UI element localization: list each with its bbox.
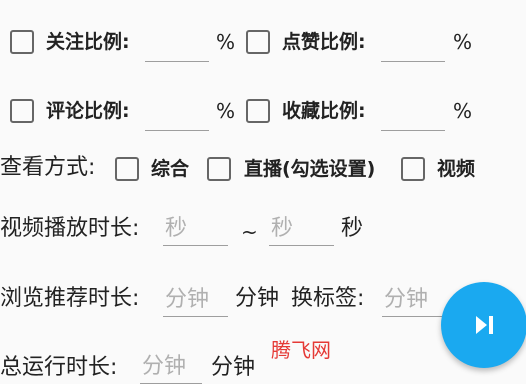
- view-mode-live-checkbox[interactable]: [207, 157, 231, 181]
- like-ratio-unit: %: [453, 30, 473, 54]
- comment-ratio-label: 评论比例:: [46, 100, 130, 122]
- watermark-text: 腾飞网: [271, 338, 331, 362]
- video-duration-max-input[interactable]: [269, 212, 334, 246]
- view-mode-comprehensive-label: 综合: [151, 158, 190, 180]
- browse-duration-unit: 分钟: [235, 286, 280, 311]
- comment-ratio-checkbox[interactable]: [10, 99, 34, 123]
- switch-tab-input[interactable]: [382, 283, 442, 317]
- video-duration-unit: 秒: [341, 216, 364, 241]
- comment-ratio-input[interactable]: [145, 97, 209, 131]
- total-runtime-unit: 分钟: [211, 355, 256, 380]
- view-mode-label: 查看方式:: [0, 155, 96, 180]
- switch-tab-label: 换标签:: [291, 286, 365, 311]
- follow-ratio-label: 关注比例:: [46, 31, 130, 53]
- favorite-ratio-label: 收藏比例:: [282, 100, 366, 122]
- like-ratio-label: 点赞比例:: [282, 31, 366, 53]
- favorite-ratio-unit: %: [453, 99, 473, 123]
- browse-duration-input[interactable]: [163, 283, 228, 317]
- video-duration-separator: ~: [241, 220, 258, 244]
- view-mode-comprehensive-checkbox[interactable]: [115, 157, 139, 181]
- favorite-ratio-input[interactable]: [381, 97, 445, 131]
- like-ratio-checkbox[interactable]: [246, 30, 270, 54]
- total-runtime-input[interactable]: [140, 350, 202, 384]
- like-ratio-input[interactable]: [381, 28, 445, 62]
- view-mode-video-checkbox[interactable]: [401, 157, 425, 181]
- follow-ratio-checkbox[interactable]: [10, 30, 34, 54]
- view-mode-live-label: 直播(勾选设置): [244, 158, 376, 180]
- skip-next-icon: [476, 316, 493, 334]
- skip-next-fab[interactable]: [441, 282, 526, 368]
- favorite-ratio-checkbox[interactable]: [246, 99, 270, 123]
- browse-duration-label: 浏览推荐时长:: [0, 286, 140, 311]
- video-duration-label: 视频播放时长:: [0, 216, 140, 241]
- follow-ratio-unit: %: [216, 30, 236, 54]
- follow-ratio-input[interactable]: [145, 28, 209, 62]
- comment-ratio-unit: %: [216, 99, 236, 123]
- total-runtime-label: 总运行时长:: [0, 355, 118, 380]
- view-mode-video-label: 视频: [437, 158, 476, 180]
- video-duration-min-input[interactable]: [163, 212, 228, 246]
